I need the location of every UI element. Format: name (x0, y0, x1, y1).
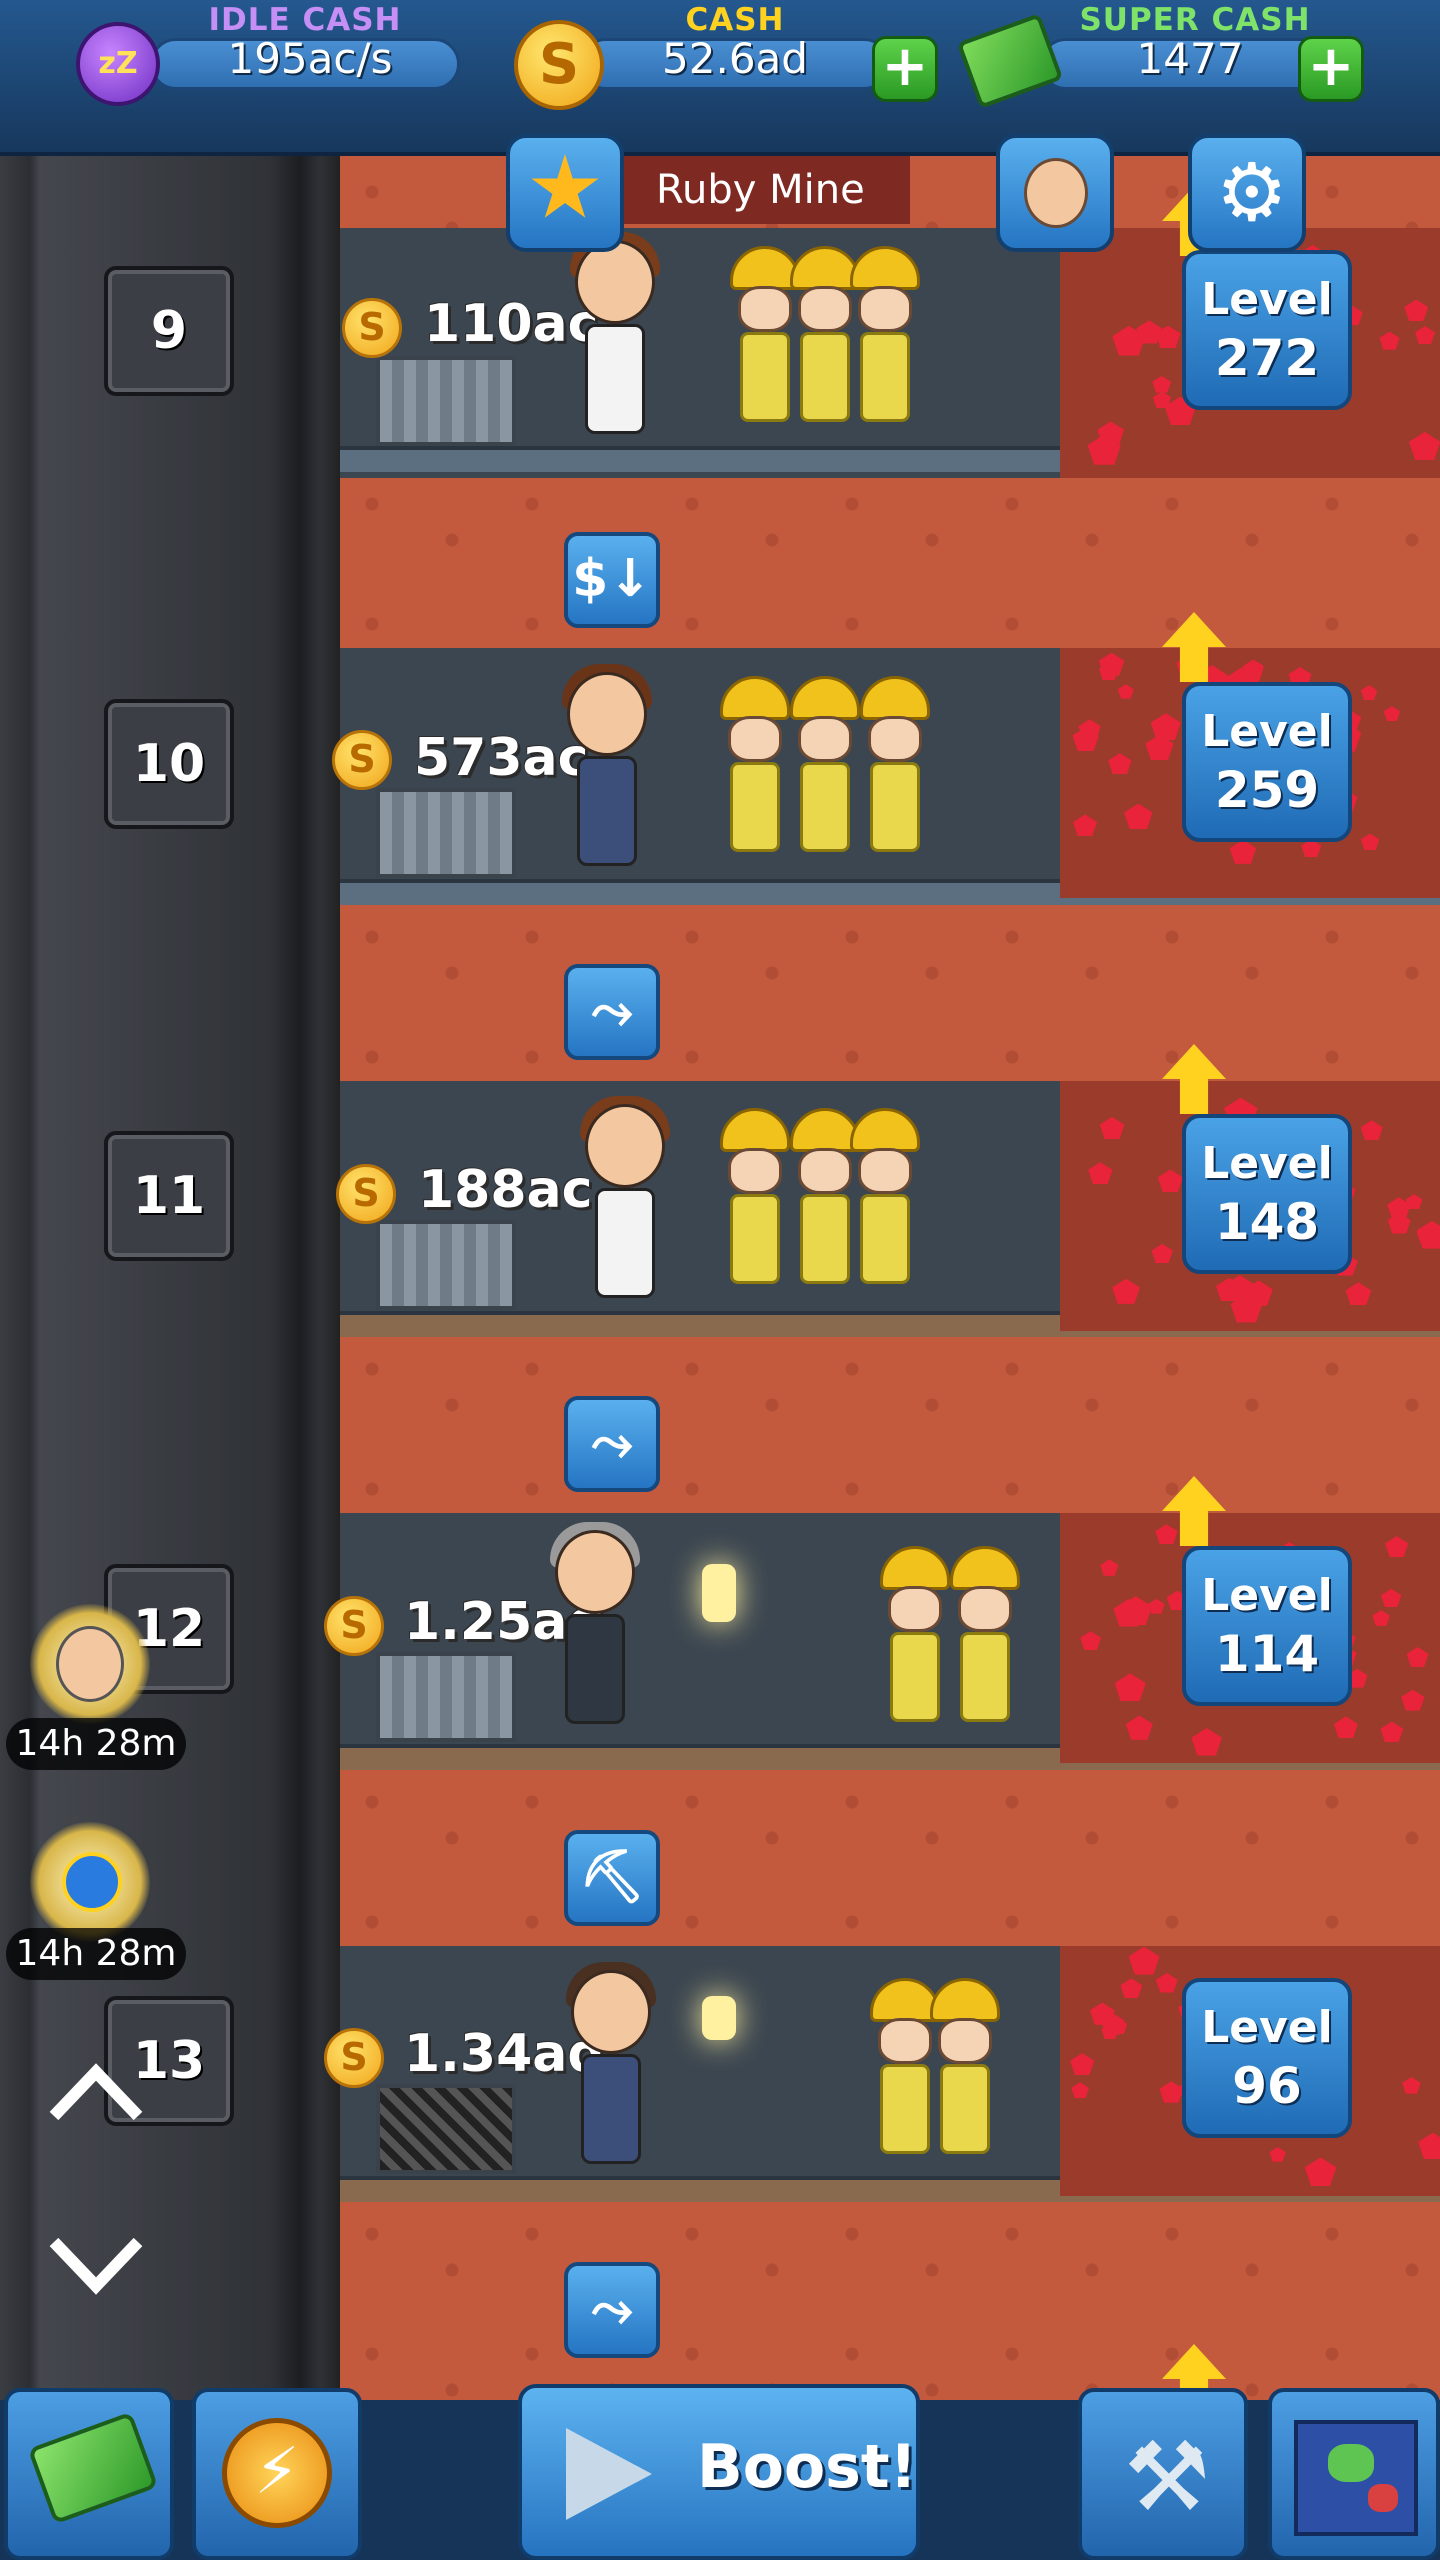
managers-button[interactable] (996, 134, 1114, 252)
miner (880, 1546, 950, 1726)
manager-avatar-icon (1024, 158, 1088, 228)
level-value: 96 (1232, 2057, 1302, 2115)
ore-crate[interactable] (376, 1652, 516, 1742)
lamp-icon (702, 1564, 736, 1622)
super-cash-value: 1477 (1136, 34, 1244, 83)
boost-label: Boost! (697, 2432, 917, 2502)
miner (790, 676, 860, 856)
shaft-number-9: 9 (104, 266, 234, 396)
prestige-star-button[interactable] (506, 134, 624, 252)
boost-button[interactable]: Boost! (518, 2384, 920, 2560)
shaft-manager[interactable] (550, 1522, 640, 1730)
cash-label: CASH (685, 2, 785, 38)
ore-crate[interactable] (376, 788, 516, 878)
miner (850, 1108, 920, 1288)
shaft-number-11: 11 (104, 1131, 234, 1261)
gear-icon: ⚙ (1216, 146, 1288, 239)
miner (720, 1108, 790, 1288)
shaft-number-10: 10 (104, 699, 234, 829)
level-label: Level (1201, 1138, 1333, 1189)
shop-button[interactable] (4, 2388, 174, 2560)
dirt-layer (340, 2198, 1440, 2406)
settings-button[interactable]: ⚙ (1188, 134, 1306, 252)
shaft-manager[interactable] (570, 232, 660, 440)
mining-speed-skill-button[interactable]: ⛏ (564, 1830, 660, 1926)
mine-title: Ruby Mine (600, 156, 910, 224)
shaft-level-badge-11[interactable]: Level 148 (1182, 1114, 1352, 1274)
zzz-sleep-icon: zZ (76, 22, 160, 106)
miner (860, 676, 930, 856)
level-label: Level (1201, 2002, 1333, 2053)
level-label: Level (1201, 1570, 1333, 1621)
dirt-layer (340, 468, 1440, 648)
play-icon (566, 2428, 652, 2520)
boost-shop-button[interactable]: ⚡ (192, 2388, 362, 2560)
shaft-level-badge-9[interactable]: Level 272 (1182, 250, 1352, 410)
boost-timer: 14h 28m (6, 1928, 186, 1980)
ore-crate[interactable] (376, 1220, 516, 1310)
add-cash-button[interactable]: + (872, 36, 938, 102)
miner (930, 1978, 1000, 2158)
walking-speed-skill-button[interactable]: ⤳ (564, 1396, 660, 1492)
dirt-layer (340, 1766, 1440, 1946)
level-value: 114 (1214, 1625, 1320, 1683)
walking-speed-skill-button[interactable]: ⤳ (564, 2262, 660, 2358)
dirt-layer (340, 1333, 1440, 1513)
dirt-layer (340, 901, 1440, 1081)
cash-value: 52.6ad (662, 34, 808, 83)
shaft-level-badge-12[interactable]: Level 114 (1182, 1546, 1352, 1706)
manager-timer: 14h 28m (6, 1718, 186, 1770)
coin-icon: S (336, 1164, 396, 1224)
pickaxe-shovel-icon: ⚒ (1123, 2421, 1211, 2533)
mine-upgrade-button[interactable]: ⚒ (1078, 2388, 1248, 2560)
scroll-down-arrow-icon[interactable] (48, 2236, 144, 2296)
star-icon (531, 154, 599, 218)
walking-speed-skill-button[interactable]: ⤳ (564, 964, 660, 1060)
coin-icon: S (342, 298, 402, 358)
level-value: 148 (1214, 1193, 1320, 1251)
lightning-coin-icon: ⚡ (222, 2418, 332, 2528)
idle-cash-label: IDLE CASH (208, 2, 402, 38)
world-map-icon (1294, 2420, 1418, 2536)
boost-clock-icon[interactable] (30, 1822, 150, 1942)
shaft-manager[interactable] (580, 1096, 670, 1304)
shaft-cash-11: 188ac (418, 1160, 593, 1220)
add-super-cash-button[interactable]: + (1298, 36, 1364, 102)
ore-crate[interactable] (376, 356, 516, 446)
top-bar: zZ IDLE CASH 195ac/s S CASH 52.6ad + SUP… (0, 0, 1440, 156)
manager-portrait-icon[interactable] (30, 1604, 150, 1724)
miner (720, 676, 790, 856)
cash-deposit-skill-button[interactable]: $↓ (564, 532, 660, 628)
shaft-manager[interactable] (562, 664, 652, 872)
miner (950, 1546, 1020, 1726)
idle-cash-value: 195ac/s (227, 34, 393, 83)
shaft-level-badge-10[interactable]: Level 259 (1182, 682, 1352, 842)
ore-crate[interactable] (376, 2084, 516, 2174)
level-label: Level (1201, 274, 1333, 325)
cash-bills-icon (27, 2411, 159, 2525)
scroll-up-arrow-icon[interactable] (48, 2062, 144, 2122)
coin-icon: S (324, 2028, 384, 2088)
super-cash-label: SUPER CASH (1079, 2, 1311, 38)
level-label: Level (1201, 706, 1333, 757)
coin-icon: S (324, 1596, 384, 1656)
miner (850, 246, 920, 426)
level-value: 272 (1214, 329, 1320, 387)
coin-icon: S (332, 730, 392, 790)
lamp-icon (702, 1996, 736, 2040)
shaft-level-badge-13[interactable]: Level 96 (1182, 1978, 1352, 2138)
map-button[interactable] (1268, 2388, 1440, 2560)
level-value: 259 (1214, 761, 1320, 819)
shaft-manager[interactable] (566, 1962, 656, 2170)
